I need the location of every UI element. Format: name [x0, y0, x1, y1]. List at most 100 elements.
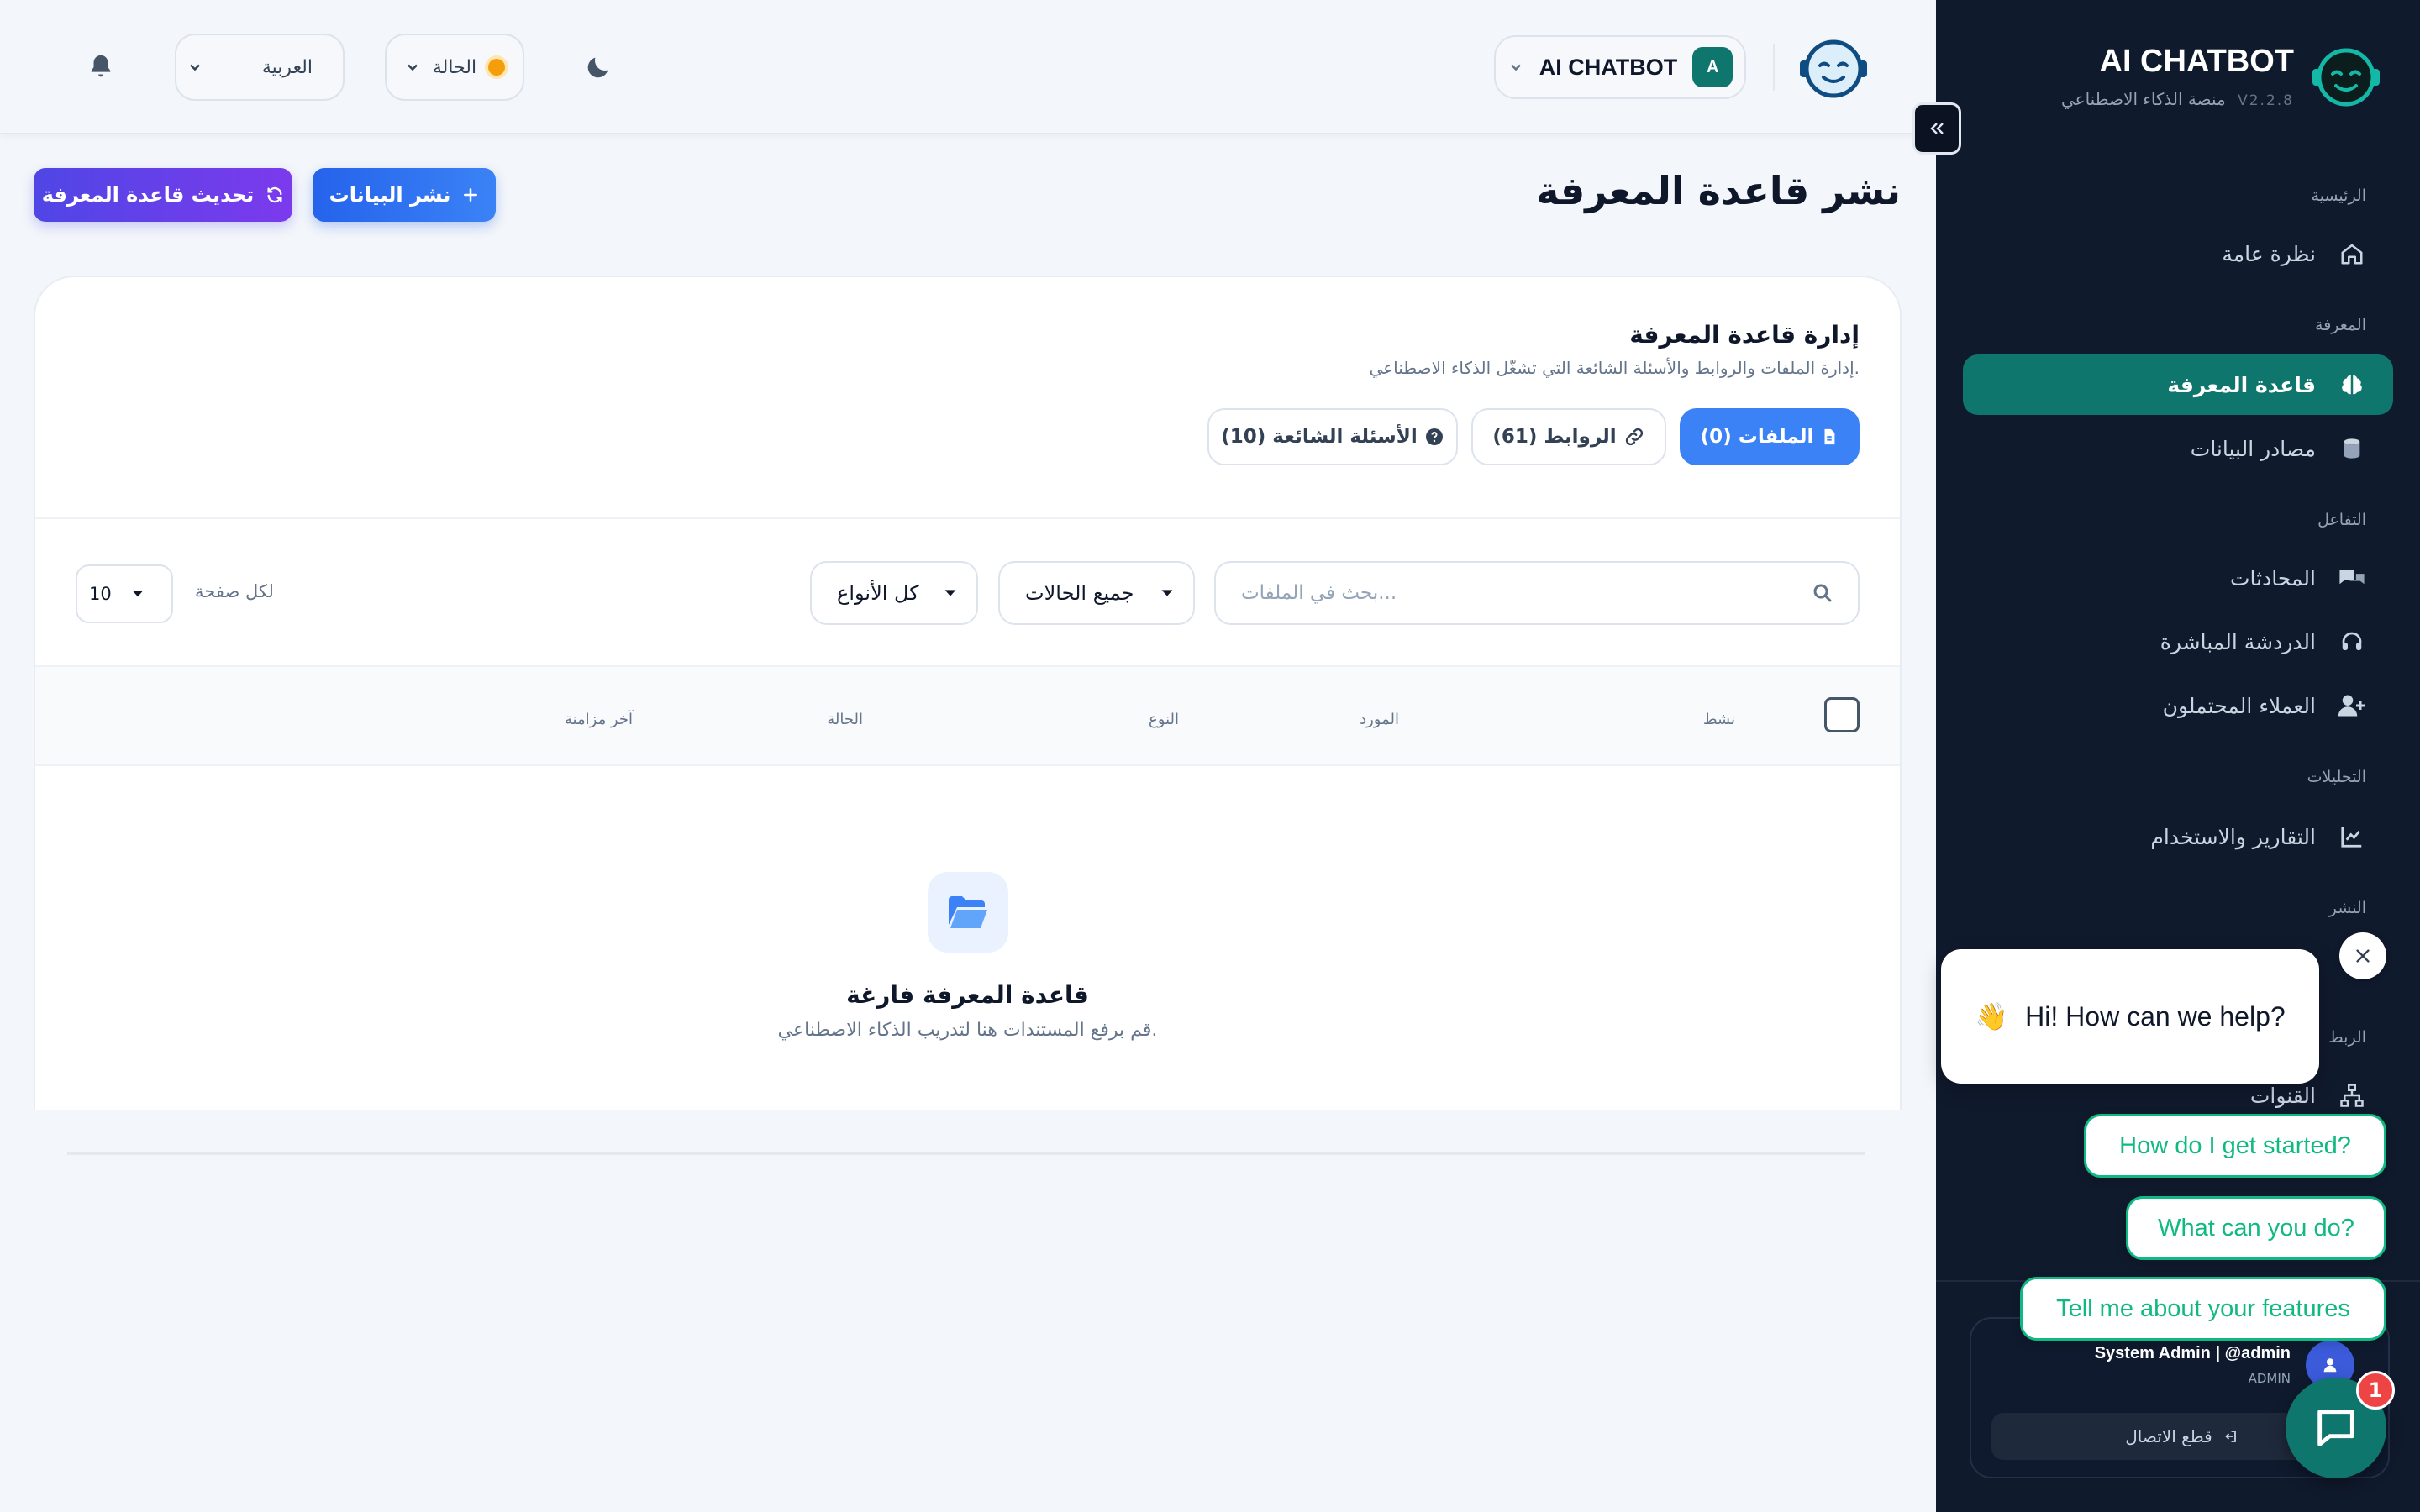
chat-greeting-text: Hi! How can we help?: [2025, 1000, 2286, 1032]
publish-button-label: نشر البيانات: [329, 183, 451, 207]
logout-label: قطع الاتصال: [2125, 1426, 2212, 1446]
column-header-type: النوع: [1149, 711, 1179, 728]
headset-icon: [2338, 627, 2366, 656]
sidebar-item-label: الدردشة المباشرة: [2160, 629, 2316, 654]
divider: [35, 517, 1900, 519]
refresh-button-label: تحديث قاعدة المعرفة: [41, 183, 255, 207]
section-knowledge: المعرفة: [2315, 316, 2366, 334]
tab-faq-label: الأسئلة الشائعة (10): [1221, 426, 1418, 448]
sidebar-item-label: القنوات: [2249, 1083, 2316, 1108]
per-page-select[interactable]: 10: [76, 564, 173, 623]
chevron-down-icon: [944, 590, 956, 596]
sidebar-item-reports[interactable]: التقارير والاستخدام: [1963, 806, 2393, 867]
status-select[interactable]: الحالة: [385, 34, 524, 101]
theme-toggle-button[interactable]: [565, 34, 632, 101]
sidebar-item-knowledge-base[interactable]: قاعدة المعرفة: [1963, 354, 2393, 415]
user-plus-icon: [2338, 691, 2366, 720]
top-bar: العربية الحالة AI CHATBOT A: [0, 0, 1935, 134]
language-select[interactable]: العربية: [175, 34, 345, 101]
chevron-down-icon: [1510, 64, 1521, 71]
account-select[interactable]: AI CHATBOT A: [1494, 35, 1746, 99]
sidebar-item-label: التقارير والاستخدام: [2150, 824, 2316, 849]
status-filter-select[interactable]: جميع الحالات: [998, 561, 1195, 625]
line-chart-icon: [2338, 822, 2366, 851]
sidebar-item-label: قاعدة المعرفة: [2167, 372, 2316, 397]
chat-suggestion-button[interactable]: Tell me about your features: [2020, 1277, 2386, 1341]
card-subtitle: إدارة الملفات والروابط والأسئلة الشائعة …: [1369, 358, 1860, 378]
empty-state-subtitle: قم برفع المستندات هنا لتدريب الذكاء الاص…: [777, 1020, 1158, 1041]
chat-greeting-bubble[interactable]: 👋 Hi! How can we help?: [1941, 949, 2319, 1084]
robot-logo-icon: [2309, 44, 2383, 108]
status-label: الحالة: [432, 56, 477, 78]
page-title: نشر قاعدة المعرفة: [1536, 168, 1901, 213]
sidebar-item-label: مصادر البيانات: [2190, 436, 2316, 461]
refresh-knowledge-base-button[interactable]: تحديث قاعدة المعرفة: [34, 168, 292, 222]
tab-faq[interactable]: الأسئلة الشائعة (10): [1207, 408, 1458, 465]
chevron-down-icon: [133, 591, 143, 597]
wave-emoji-icon: 👋: [1975, 1001, 2009, 1032]
empty-state-title: قاعدة المعرفة فارغة: [846, 981, 1089, 1009]
notification-badge: 1: [2356, 1371, 2395, 1410]
section-integration: الربط: [2328, 1028, 2366, 1047]
chat-suggestion-button[interactable]: What can you do?: [2126, 1196, 2386, 1260]
bell-icon: [91, 55, 111, 77]
column-header-active: نشط: [1702, 711, 1735, 728]
sidebar-item-label: المحادثات: [2229, 565, 2316, 591]
knowledge-base-card: إدارة قاعدة المعرفة إدارة الملفات والروا…: [34, 276, 1902, 1110]
sidebar-subtitle: منصة الذكاء الاصطناعي V2.2.8: [2061, 89, 2294, 109]
sidebar-item-label: نظرة عامة: [2222, 241, 2316, 266]
sidebar-collapse-button[interactable]: [1912, 102, 1961, 155]
user-role: ADMIN: [2248, 1371, 2291, 1386]
plus-icon: [464, 188, 478, 202]
chat-close-button[interactable]: [2339, 932, 2386, 979]
version-label: V2.2.8: [2238, 92, 2294, 109]
select-all-checkbox[interactable]: [1824, 697, 1860, 732]
table-header: نشط المورد النوع الحالة آخر مزامنة: [35, 667, 1900, 766]
sidebar-item-data-sources[interactable]: مصادر البيانات: [1963, 418, 2393, 479]
user-name: System Admin | @admin: [2094, 1344, 2291, 1362]
robot-logo-icon: [1798, 35, 1869, 99]
network-icon: [2338, 1081, 2366, 1110]
chat-suggestion-button[interactable]: How do I get started?: [2084, 1114, 2386, 1178]
avatar: A: [1692, 47, 1733, 87]
sidebar-item-conversations[interactable]: المحادثات: [1963, 548, 2393, 608]
tab-links-label: الروابط (61): [1492, 426, 1617, 448]
file-icon: [1824, 428, 1835, 445]
sidebar-item-live-chat[interactable]: الدردشة المباشرة: [1963, 612, 2393, 672]
tab-files-label: الملفات (0): [1700, 426, 1814, 448]
home-icon: [2338, 239, 2366, 268]
type-filter-select[interactable]: كل الأنواع: [810, 561, 978, 625]
logout-icon: [2224, 1431, 2236, 1442]
database-icon: [2338, 434, 2366, 463]
double-chevron-left-icon: [1930, 123, 1944, 134]
tab-files[interactable]: الملفات (0): [1680, 408, 1860, 465]
column-header-status: الحالة: [827, 711, 863, 728]
language-label: العربية: [261, 56, 313, 78]
status-indicator: [488, 59, 506, 76]
search-icon: [1813, 584, 1832, 602]
divider: [35, 764, 1900, 766]
sidebar-item-overview[interactable]: نظرة عامة: [1963, 223, 2393, 284]
column-header-resource: المورد: [1360, 711, 1399, 728]
account-name: AI CHATBOT: [1539, 54, 1678, 80]
refresh-icon: [267, 186, 282, 203]
tab-links[interactable]: الروابط (61): [1471, 408, 1666, 465]
card-title: إدارة قاعدة المعرفة: [1629, 321, 1860, 349]
notifications-button[interactable]: [67, 34, 134, 101]
per-page-value: 10: [89, 584, 112, 604]
section-analytics: التحليلات: [2307, 768, 2366, 786]
link-icon: [1625, 428, 1643, 446]
type-filter-value: كل الأنواع: [837, 581, 919, 605]
publish-data-button[interactable]: نشر البيانات: [313, 168, 496, 222]
divider: [1773, 44, 1775, 91]
section-interaction: التفاعل: [2317, 511, 2366, 529]
chat-bubble-icon: [2317, 1410, 2354, 1446]
sidebar-item-leads[interactable]: العملاء المحتملون: [1963, 675, 2393, 736]
search-input[interactable]: بحث في الملفات...: [1214, 561, 1860, 625]
brain-icon: [2338, 370, 2366, 399]
sidebar-brand: AI CHATBOT: [2099, 44, 2295, 79]
comments-icon: [2338, 564, 2366, 592]
moon-icon: [587, 57, 608, 78]
close-icon: [2356, 949, 2370, 963]
status-filter-value: جميع الحالات: [1025, 581, 1134, 605]
